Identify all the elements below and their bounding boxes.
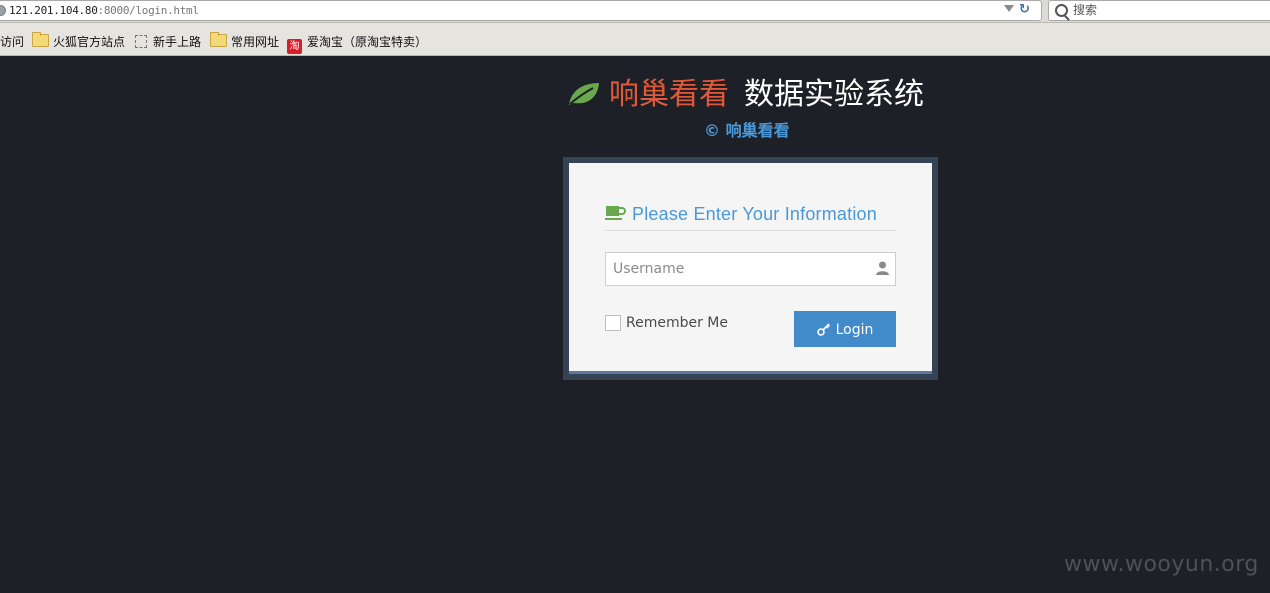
url-history-dropdown-icon[interactable] [1004,5,1014,12]
form-title: Please Enter Your Information [605,200,896,231]
site-identity-icon[interactable] [0,5,6,16]
bookmark-item-common-sites[interactable]: 常用网址 [210,32,279,50]
reload-icon[interactable]: ↻ [1019,3,1033,17]
bookmark-item-visit[interactable]: 访问 [0,34,24,50]
page-header: 响巢看看 数据实验系统 [566,76,946,116]
search-placeholder: 搜索 [1073,3,1098,17]
form-title-text: Please Enter Your Information [632,204,877,224]
system-title: 数据实验系统 [744,77,924,112]
taobao-icon: 淘 [287,39,302,54]
leaf-icon [569,83,599,105]
username-input[interactable] [605,252,896,286]
url-bar[interactable]: 121.201.104.80:8000/login.html ↻ [0,0,1042,21]
url-text[interactable]: 121.201.104.80:8000/login.html [9,4,199,18]
user-icon [876,261,889,275]
watermark: www.wooyun.org [1064,552,1259,577]
coffee-icon [605,206,626,220]
brand-name: 响巢看看 [609,77,729,112]
remember-me-label[interactable]: Remember Me [626,314,728,332]
folder-icon [210,32,227,47]
login-form: Please Enter Your Information Remember M… [569,163,932,374]
key-icon [816,323,830,336]
login-button[interactable]: Login [794,311,896,347]
folder-icon [32,32,49,47]
copyright-text: © 响巢看看 [704,121,790,140]
remember-me-checkbox[interactable] [605,315,621,331]
login-panel: Please Enter Your Information Remember M… [563,157,938,380]
bookmark-item-getting-started[interactable]: 新手上路 [135,34,201,50]
bookmarks-toolbar: 访问 火狐官方站点 新手上路 常用网址 淘爱淘宝（原淘宝特卖） [0,23,1270,56]
bookmark-item-aitaobao[interactable]: 淘爱淘宝（原淘宝特卖） [287,34,427,54]
search-box[interactable]: 搜索 [1048,0,1270,21]
page-icon [135,35,147,48]
browser-toolbar: 121.201.104.80:8000/login.html ↻ 搜索 [0,0,1270,23]
login-button-label: Login [835,322,874,338]
bookmark-item-firefox-official[interactable]: 火狐官方站点 [32,32,125,50]
search-icon [1055,4,1068,17]
